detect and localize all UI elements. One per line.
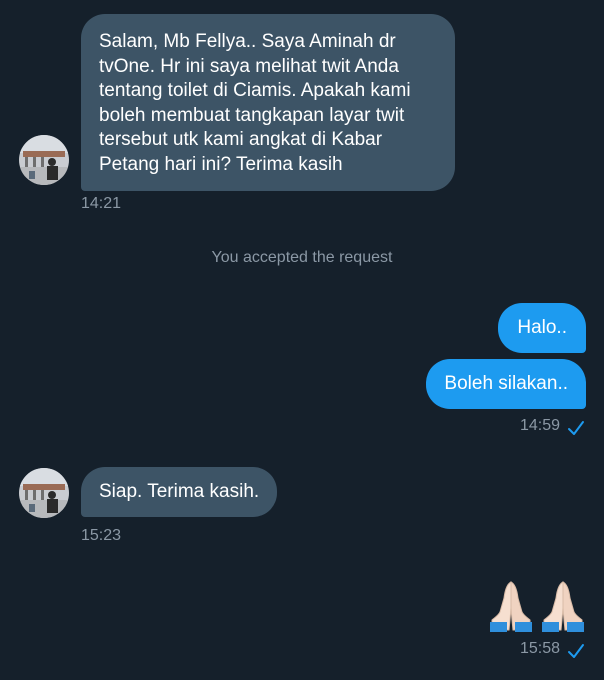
dm-conversation: Salam, Mb Fellya.. Saya Aminah dr tvOne.… (0, 0, 604, 680)
sender-avatar[interactable] (19, 135, 69, 185)
sender-avatar[interactable] (19, 468, 69, 518)
outgoing-message-bubble[interactable]: Boleh silakan.. (426, 359, 586, 409)
message-text: Siap. Terima kasih. (99, 481, 260, 502)
incoming-message-bubble[interactable]: Salam, Mb Fellya.. Saya Aminah dr tvOne.… (81, 14, 455, 191)
request-accepted-notice: You accepted the request (211, 249, 393, 266)
folded-hands-icon (542, 581, 584, 632)
outgoing-message-bubble[interactable]: Halo.. (498, 303, 586, 353)
message-timestamp: 15:58 (519, 640, 560, 657)
message-text: Halo.. (517, 317, 567, 338)
folded-hands-icon (490, 581, 532, 632)
incoming-message-bubble[interactable]: Siap. Terima kasih. (81, 467, 278, 517)
checkmark-icon (568, 421, 584, 435)
checkmark-icon (568, 644, 584, 658)
outgoing-emoji-message[interactable] (488, 578, 586, 632)
message-timestamp: 14:21 (81, 195, 122, 212)
message-timestamp: 14:59 (519, 417, 560, 434)
message-text: Salam, Mb Fellya.. Saya Aminah dr tvOne.… (99, 31, 411, 175)
message-text: Boleh silakan.. (444, 373, 568, 394)
message-timestamp: 15:23 (81, 527, 122, 544)
